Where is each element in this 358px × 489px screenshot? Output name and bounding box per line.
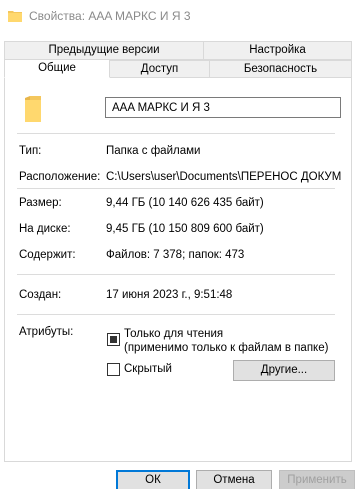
title-bar: Свойства: AAA МАРКС И Я 3 bbox=[0, 0, 358, 33]
ok-button[interactable]: ОК bbox=[116, 470, 190, 489]
folder-name-input[interactable] bbox=[105, 97, 341, 118]
separator bbox=[17, 314, 335, 315]
other-attributes-button[interactable]: Другие... bbox=[233, 360, 335, 381]
tab-general[interactable]: Общие bbox=[4, 59, 110, 78]
readonly-label: Только для чтения bbox=[124, 328, 224, 340]
tab-customize[interactable]: Настройка bbox=[203, 41, 352, 60]
hidden-label: Скрытый bbox=[124, 363, 172, 375]
created-value: 17 июня 2023 г., 9:51:48 bbox=[106, 289, 233, 301]
location-value: C:\Users\user\Documents\ПЕРЕНОС ДОКУМЕ bbox=[106, 171, 342, 183]
separator bbox=[17, 274, 335, 275]
indeterminate-mark bbox=[110, 336, 117, 343]
folder-icon bbox=[8, 11, 22, 22]
hidden-checkbox[interactable] bbox=[107, 363, 120, 376]
disk-size-value: 9,45 ГБ (10 150 809 600 байт) bbox=[106, 223, 264, 235]
contains-label: Содержит: bbox=[19, 249, 76, 261]
size-label: Размер: bbox=[19, 197, 62, 209]
cancel-button[interactable]: Отмена bbox=[196, 470, 272, 489]
separator bbox=[17, 133, 335, 134]
separator bbox=[17, 188, 335, 189]
folder-icon bbox=[25, 96, 41, 122]
attributes-label: Атрибуты: bbox=[19, 326, 74, 338]
created-label: Создан: bbox=[19, 289, 62, 301]
type-label: Тип: bbox=[19, 145, 42, 157]
readonly-checkbox[interactable] bbox=[107, 333, 120, 346]
disk-size-label: На диске: bbox=[19, 223, 71, 235]
contains-value: Файлов: 7 378; папок: 473 bbox=[106, 249, 245, 261]
tab-previous-versions[interactable]: Предыдущие версии bbox=[4, 41, 204, 60]
size-value: 9,44 ГБ (10 140 626 435 байт) bbox=[106, 197, 264, 209]
apply-button[interactable]: Применить bbox=[279, 470, 355, 489]
type-value: Папка с файлами bbox=[106, 145, 201, 157]
window-title: Свойства: AAA МАРКС И Я 3 bbox=[29, 9, 191, 23]
readonly-note: (применимо только к файлам в папке) bbox=[124, 342, 329, 354]
location-label: Расположение: bbox=[19, 171, 101, 183]
general-panel bbox=[4, 77, 352, 462]
